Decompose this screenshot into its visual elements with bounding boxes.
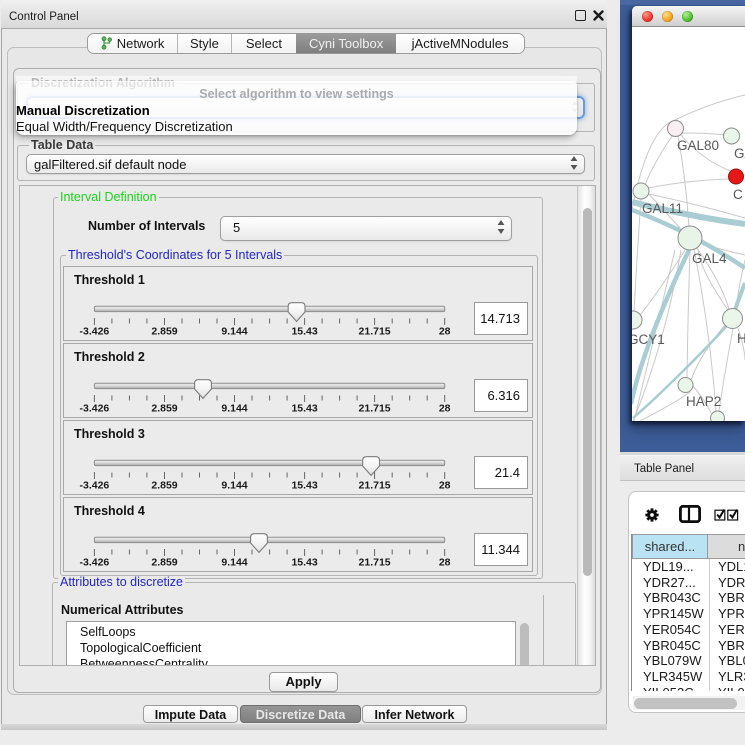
svg-text:15.43: 15.43 (291, 479, 317, 491)
svg-text:GAL80: GAL80 (677, 138, 719, 153)
svg-text:2.859: 2.859 (151, 325, 177, 337)
svg-text:21.715: 21.715 (359, 479, 391, 491)
svg-text:-3.426: -3.426 (80, 556, 110, 568)
svg-text:21.715: 21.715 (359, 556, 391, 568)
svg-text:28: 28 (439, 402, 451, 414)
svg-text:-3.426: -3.426 (80, 325, 110, 337)
svg-text:GCY1: GCY1 (632, 332, 665, 347)
svg-text:15.43: 15.43 (291, 402, 317, 414)
svg-text:HAP2: HAP2 (686, 394, 721, 409)
svg-text:28: 28 (439, 325, 451, 337)
svg-text:GAL11: GAL11 (642, 201, 683, 216)
svg-text:28: 28 (439, 556, 451, 568)
svg-text:28: 28 (439, 479, 451, 491)
svg-text:2.859: 2.859 (151, 556, 177, 568)
svg-text:-3.426: -3.426 (80, 402, 110, 414)
svg-text:9.144: 9.144 (221, 556, 247, 568)
svg-text:GA: GA (734, 146, 745, 161)
svg-text:21.715: 21.715 (359, 402, 391, 414)
svg-text:21.715: 21.715 (359, 325, 391, 337)
svg-text:-3.426: -3.426 (80, 479, 110, 491)
svg-text:9.144: 9.144 (221, 325, 247, 337)
svg-text:H: H (737, 331, 745, 346)
svg-text:GAL4: GAL4 (692, 251, 727, 266)
svg-text:2.859: 2.859 (151, 479, 177, 491)
svg-text:C: C (733, 187, 743, 202)
svg-text:9.144: 9.144 (221, 479, 247, 491)
svg-text:15.43: 15.43 (291, 556, 317, 568)
svg-text:2.859: 2.859 (151, 402, 177, 414)
svg-text:9.144: 9.144 (221, 402, 247, 414)
svg-text:15.43: 15.43 (291, 325, 317, 337)
